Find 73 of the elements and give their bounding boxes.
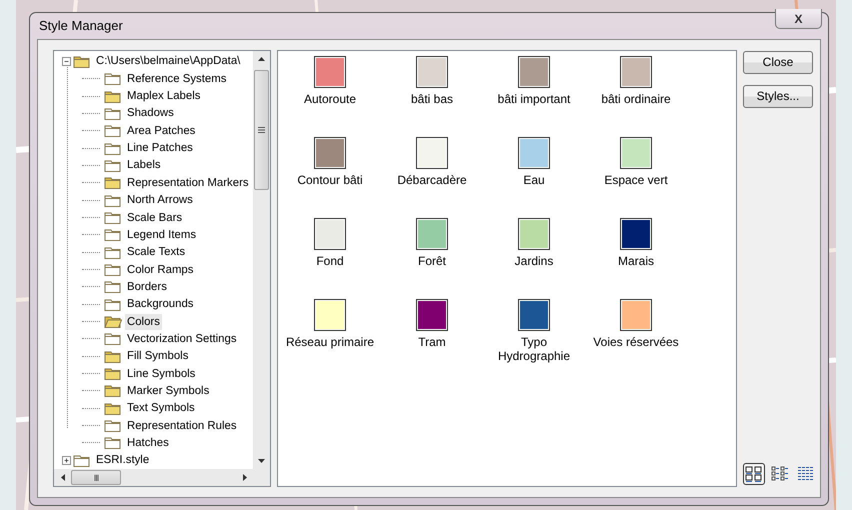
color-swatch[interactable] bbox=[416, 136, 448, 169]
color-swatch[interactable] bbox=[620, 218, 652, 250]
color-name: Eau bbox=[522, 172, 546, 187]
color-name: Réseau primaire bbox=[284, 334, 376, 349]
color-name: Tram bbox=[417, 334, 447, 349]
vertical-scrollbar[interactable] bbox=[253, 50, 270, 469]
tree-item[interactable]: North Arrows bbox=[125, 192, 195, 208]
color-name: Forêt bbox=[416, 254, 447, 268]
tree-item[interactable]: Text Symbols bbox=[125, 400, 197, 416]
tree-item[interactable]: Color Ramps bbox=[125, 262, 196, 278]
color-name: Fond bbox=[315, 254, 345, 268]
tree-item[interactable]: Scale Texts bbox=[125, 244, 188, 260]
color-swatch[interactable] bbox=[518, 298, 550, 331]
scroll-down-icon[interactable] bbox=[258, 458, 265, 462]
tree-item[interactable]: Shadows bbox=[125, 105, 176, 122]
tree-item[interactable]: Marker Symbols bbox=[125, 382, 212, 399]
window-title: Style Manager bbox=[38, 18, 124, 34]
dialog-button[interactable]: Close bbox=[743, 50, 813, 74]
folder-icon bbox=[73, 454, 91, 467]
tree-item[interactable]: Maplex Labels bbox=[125, 88, 202, 104]
color-swatch[interactable] bbox=[314, 136, 346, 169]
tree-item[interactable]: Backgrounds bbox=[125, 296, 196, 312]
color-name: Contour bâti bbox=[296, 172, 364, 187]
color-swatch[interactable] bbox=[416, 56, 448, 88]
expand-icon[interactable] bbox=[62, 456, 71, 465]
tree-item[interactable]: Line Patches bbox=[125, 140, 195, 156]
tree-item[interactable]: Hatches bbox=[125, 434, 171, 451]
grip-icon bbox=[258, 126, 265, 133]
color-swatch[interactable] bbox=[620, 136, 652, 169]
color-swatch[interactable] bbox=[416, 298, 448, 331]
color-name: bâti ordinaire bbox=[600, 92, 672, 106]
tree-item[interactable]: Labels bbox=[125, 157, 163, 174]
color-swatch[interactable] bbox=[518, 218, 550, 250]
color-swatch[interactable] bbox=[518, 56, 550, 88]
color-swatch[interactable] bbox=[620, 298, 652, 331]
tree-item[interactable]: Area Patches bbox=[125, 122, 198, 139]
dialog-button[interactable]: Styles... bbox=[743, 84, 813, 108]
color-swatch[interactable] bbox=[518, 136, 550, 169]
tree-item[interactable]: Line Symbols bbox=[125, 366, 198, 382]
tree-item[interactable]: Colors bbox=[125, 314, 162, 330]
color-swatch[interactable] bbox=[416, 218, 448, 250]
tree-item[interactable]: C:\Users\belmaine\AppData\ bbox=[94, 53, 242, 70]
scroll-right-icon[interactable] bbox=[242, 474, 246, 481]
scroll-left-icon[interactable] bbox=[60, 474, 64, 481]
color-name: bâti important bbox=[496, 92, 572, 106]
tree-item[interactable]: Fill Symbols bbox=[125, 348, 190, 364]
tree-item[interactable]: Scale Bars bbox=[125, 210, 184, 226]
color-name: Voies réservées bbox=[592, 334, 680, 349]
color-name: Marais bbox=[616, 254, 655, 268]
color-name: Jardins bbox=[514, 254, 554, 268]
color-name: Autoroute bbox=[302, 92, 358, 106]
color-swatch[interactable] bbox=[314, 218, 346, 250]
color-name: Typo Hydrographie bbox=[496, 334, 572, 363]
tree-item[interactable]: Reference Systems bbox=[125, 70, 228, 87]
tree-item[interactable]: Representation Rules bbox=[125, 418, 239, 434]
color-name: Débarcadère bbox=[396, 172, 468, 187]
tree-item[interactable]: ESRI.style bbox=[94, 452, 152, 468]
scrollbar-thumb[interactable]: III bbox=[71, 470, 121, 485]
tree-item[interactable]: Vectorization Settings bbox=[125, 330, 239, 347]
window-close-button[interactable]: X bbox=[775, 9, 822, 30]
color-name: bâti bas bbox=[410, 92, 454, 106]
horizontal-scrollbar[interactable]: III bbox=[54, 469, 253, 486]
view-mode-button[interactable] bbox=[743, 463, 765, 485]
scrollbar-thumb[interactable] bbox=[254, 70, 269, 190]
tree-item[interactable]: Representation Markers bbox=[125, 174, 251, 191]
scroll-up-icon[interactable] bbox=[258, 57, 265, 62]
color-swatch[interactable] bbox=[314, 56, 346, 88]
color-swatch[interactable] bbox=[620, 56, 652, 88]
collapse-icon[interactable] bbox=[62, 56, 71, 66]
color-name: Espace vert bbox=[603, 172, 669, 187]
color-swatch[interactable] bbox=[314, 298, 346, 331]
tree-item[interactable]: Legend Items bbox=[125, 226, 198, 243]
tree-item[interactable]: Borders bbox=[125, 278, 169, 295]
